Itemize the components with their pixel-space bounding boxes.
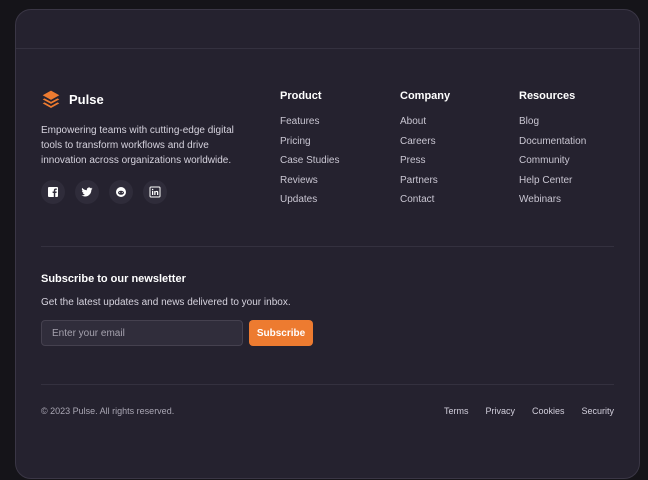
footer-link-features[interactable]: Features bbox=[280, 115, 339, 135]
security-link[interactable]: Security bbox=[581, 406, 614, 416]
footer-link-documentation[interactable]: Documentation bbox=[519, 135, 586, 155]
footer-column-resources: Resources Blog Documentation Community H… bbox=[519, 90, 586, 213]
linkedin-link[interactable] bbox=[143, 180, 167, 204]
column-title: Product bbox=[280, 90, 322, 102]
terms-link[interactable]: Terms bbox=[444, 406, 469, 416]
link-list: Features Pricing Case Studies Reviews Up… bbox=[280, 115, 339, 213]
top-divider bbox=[16, 48, 639, 49]
footer-link-blog[interactable]: Blog bbox=[519, 115, 586, 135]
footer-link-contact[interactable]: Contact bbox=[400, 193, 450, 213]
email-input[interactable] bbox=[41, 320, 243, 346]
brand[interactable]: Pulse bbox=[41, 89, 104, 109]
footer-link-community[interactable]: Community bbox=[519, 154, 586, 174]
footer-column-company: Company About Careers Press Partners Con… bbox=[400, 90, 450, 213]
footer-link-press[interactable]: Press bbox=[400, 154, 450, 174]
footer-link-pricing[interactable]: Pricing bbox=[280, 135, 339, 155]
footer-link-case-studies[interactable]: Case Studies bbox=[280, 154, 339, 174]
twitter-icon bbox=[81, 187, 93, 197]
column-title: Company bbox=[400, 90, 451, 102]
subscribe-button[interactable]: Subscribe bbox=[249, 320, 313, 346]
link-list: About Careers Press Partners Contact bbox=[400, 115, 450, 213]
footer-link-help-center[interactable]: Help Center bbox=[519, 174, 586, 194]
footer-link-careers[interactable]: Careers bbox=[400, 135, 450, 155]
section-divider bbox=[41, 246, 614, 247]
footer-link-partners[interactable]: Partners bbox=[400, 174, 450, 194]
bottom-divider bbox=[41, 384, 614, 385]
link-list: Blog Documentation Community Help Center… bbox=[519, 115, 586, 213]
facebook-link[interactable] bbox=[41, 180, 65, 204]
cookies-link[interactable]: Cookies bbox=[532, 406, 565, 416]
twitter-link[interactable] bbox=[75, 180, 99, 204]
privacy-link[interactable]: Privacy bbox=[485, 406, 515, 416]
column-title: Resources bbox=[519, 90, 576, 102]
brand-tagline: Empowering teams with cutting-edge digit… bbox=[41, 125, 234, 166]
facebook-icon bbox=[48, 187, 58, 197]
footer-column-product: Product Features Pricing Case Studies Re… bbox=[280, 90, 339, 213]
footer-panel: Pulse Empowering teams with cutting-edge… bbox=[15, 9, 640, 479]
social-links bbox=[41, 180, 167, 204]
footer-link-reviews[interactable]: Reviews bbox=[280, 174, 339, 194]
stacked-layers-icon bbox=[42, 90, 60, 108]
reddit-icon bbox=[116, 187, 126, 197]
footer-link-webinars[interactable]: Webinars bbox=[519, 193, 586, 213]
newsletter-title: Subscribe to our newsletter bbox=[41, 273, 186, 285]
footer-link-updates[interactable]: Updates bbox=[280, 193, 339, 213]
brand-name: Pulse bbox=[69, 91, 104, 107]
footer-link-about[interactable]: About bbox=[400, 115, 450, 135]
newsletter-description: Get the latest updates and news delivere… bbox=[41, 297, 291, 308]
legal-links: Terms Privacy Cookies Security bbox=[444, 406, 614, 416]
copyright-text: © 2023 Pulse. All rights reserved. bbox=[41, 406, 175, 416]
reddit-link[interactable] bbox=[109, 180, 133, 204]
linkedin-icon bbox=[149, 186, 161, 198]
